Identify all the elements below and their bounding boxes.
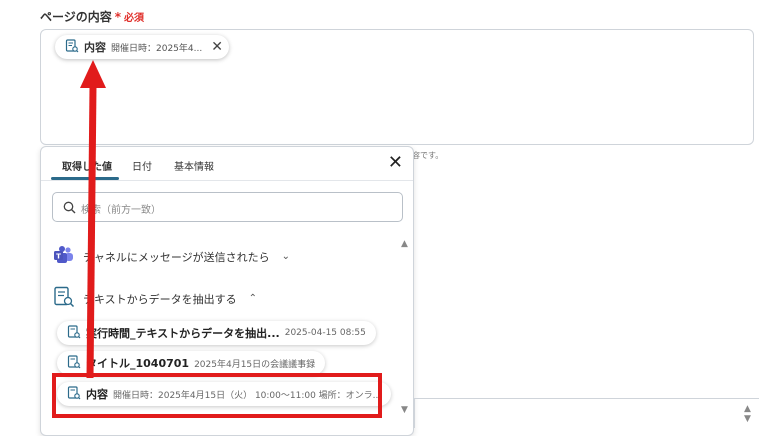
field-label: ページの内容 * 必須	[40, 8, 144, 25]
search-placeholder: 検索（前方一致）	[81, 205, 161, 216]
picker-tabs: 取得した値 日付 基本情報 ✕	[41, 147, 413, 181]
document-search-icon	[67, 354, 81, 372]
search-input[interactable]: 検索（前方一致）	[52, 192, 403, 222]
svg-text:T: T	[56, 253, 61, 261]
search-icon	[63, 201, 76, 214]
document-search-icon	[65, 38, 79, 56]
group-teams-trigger[interactable]: T チャネルにメッセージが送信されたら ⌄	[53, 245, 290, 268]
group-label: チャネルにメッセージが送信されたら	[83, 250, 270, 264]
teams-icon: T	[53, 245, 75, 268]
group-text-extraction[interactable]: テキストからデータを抽出する ⌃	[53, 286, 257, 311]
chip-remove-icon[interactable]: ✕	[211, 40, 223, 54]
value-item-exec-time[interactable]: 実行時間_テキストからデータを抽出... 2025-04-15 08:55	[57, 321, 376, 345]
document-search-icon	[53, 286, 75, 311]
tab-retrieved-values[interactable]: 取得した値	[62, 158, 112, 173]
secondary-scroll-up-icon[interactable]: ▲	[744, 404, 751, 414]
item-title: 実行時間_テキストからデータを抽出...	[86, 327, 280, 340]
secondary-field[interactable]	[414, 398, 759, 428]
annotation-highlight-box	[52, 373, 382, 418]
chip-preview: 開催日時：2025年4...	[111, 43, 203, 54]
close-icon[interactable]: ✕	[388, 154, 403, 172]
item-title: タイトル_1040701	[86, 357, 190, 370]
active-tab-indicator	[51, 177, 119, 180]
chevron-down-icon: ⌄	[281, 251, 291, 262]
scroll-up-icon[interactable]: ▲	[401, 239, 408, 249]
required-star: *	[114, 9, 122, 24]
tab-date[interactable]: 日付	[132, 158, 152, 173]
chevron-up-icon: ⌃	[248, 293, 258, 304]
scroll-down-icon[interactable]: ▼	[401, 405, 408, 415]
item-value: 2025年4月15日の会議議事録	[194, 359, 316, 370]
selected-value-chip[interactable]: 内容 開催日時：2025年4... ✕	[55, 35, 229, 59]
chip-title: 内容	[84, 41, 106, 54]
required-text: 必須	[124, 13, 145, 24]
field-label-text: ページの内容	[40, 10, 112, 24]
item-value: 2025-04-15 08:55	[284, 328, 366, 338]
tab-basic-info[interactable]: 基本情報	[174, 158, 214, 173]
group-label: テキストからデータを抽出する	[83, 292, 237, 306]
document-search-icon	[67, 324, 81, 342]
field-hint: 容です。	[412, 151, 444, 160]
value-item-title[interactable]: タイトル_1040701 2025年4月15日の会議議事録	[57, 351, 326, 375]
